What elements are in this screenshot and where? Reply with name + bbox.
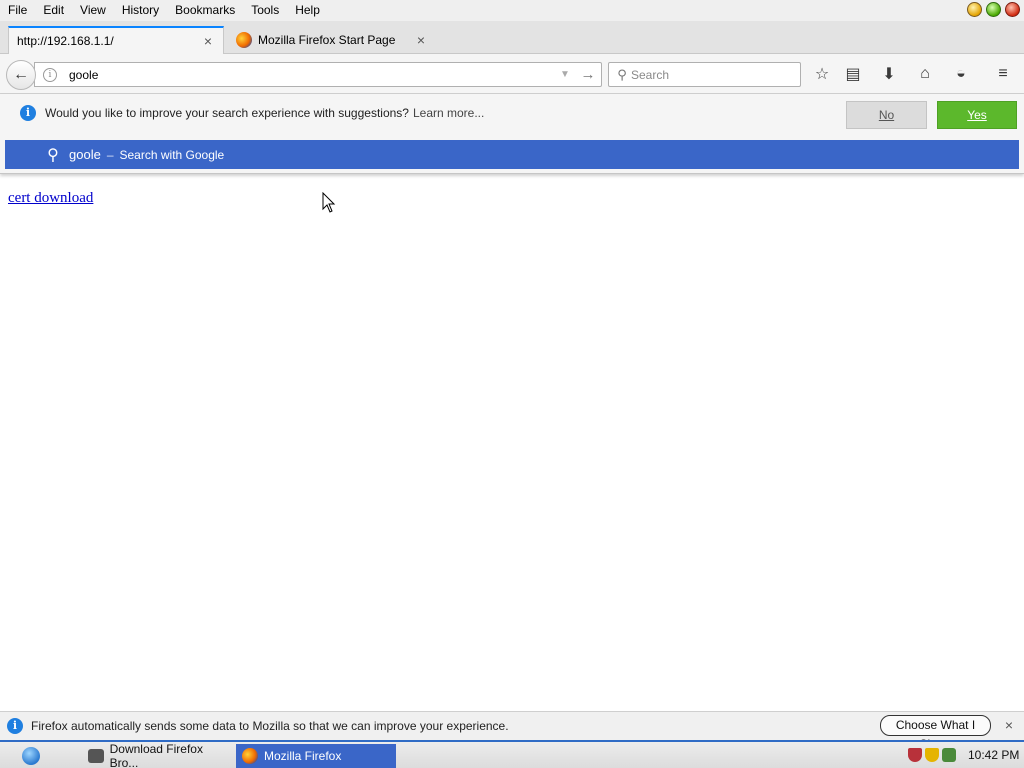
back-button[interactable]: ← xyxy=(6,60,36,90)
home-icon: ⌂ xyxy=(920,65,930,82)
tab-firefox-start[interactable]: Mozilla Firefox Start Page × xyxy=(228,26,436,54)
menu-bar: File Edit View History Bookmarks Tools H… xyxy=(0,0,1024,21)
download-arrow-icon: ⬇ xyxy=(882,66,896,83)
taskbar-item-label: Download Firefox Bro... xyxy=(109,742,203,768)
tab-router[interactable]: http://192.168.1.1/ × xyxy=(8,26,224,54)
tab-label: http://192.168.1.1/ xyxy=(17,34,114,48)
menu-tools[interactable]: Tools xyxy=(243,0,287,21)
info-icon: i xyxy=(7,718,23,734)
menu-bookmarks[interactable]: Bookmarks xyxy=(167,0,243,21)
history-dropdown-icon[interactable]: ▼ xyxy=(555,69,575,80)
suggestion-term: goole xyxy=(69,147,101,162)
notice-text: Would you like to improve your search ex… xyxy=(45,106,409,120)
pocket-icon: ◒ xyxy=(956,65,966,82)
choose-what-i-share-button[interactable]: Choose What I Share xyxy=(880,715,991,751)
reading-list-button[interactable]: ▤ xyxy=(841,63,865,85)
url-bar[interactable]: i ▼ → xyxy=(34,62,602,87)
network-icon[interactable] xyxy=(942,748,956,762)
downloads-button[interactable]: ⬇ xyxy=(877,63,901,85)
firefox-icon xyxy=(242,748,258,764)
cert-download-link[interactable]: cert download xyxy=(8,190,93,207)
security-shield-icon[interactable] xyxy=(908,748,922,762)
bookmark-star-button[interactable]: ☆ xyxy=(810,63,834,85)
go-arrow-icon[interactable]: → xyxy=(575,66,601,83)
start-menu-button[interactable] xyxy=(22,747,40,765)
hamburger-menu-icon: ≡ xyxy=(998,65,1008,82)
menu-view[interactable]: View xyxy=(72,0,114,21)
menu-history[interactable]: History xyxy=(114,0,167,21)
search-input[interactable] xyxy=(631,67,800,82)
menu-file[interactable]: File xyxy=(0,0,35,21)
data-notice-text: Firefox automatically sends some data to… xyxy=(31,719,509,733)
taskbar-item-mozilla-firefox[interactable]: Mozilla Firefox xyxy=(236,744,396,768)
tab-strip: http://192.168.1.1/ × Mozilla Firefox St… xyxy=(0,21,1024,69)
minimize-button[interactable] xyxy=(967,2,982,17)
yes-button[interactable]: Yes xyxy=(937,101,1017,129)
url-input[interactable] xyxy=(69,67,555,82)
window-controls xyxy=(967,2,1020,17)
maximize-button[interactable] xyxy=(986,2,1001,17)
tab-label: Mozilla Firefox Start Page xyxy=(258,33,396,47)
taskbar-item-label: Mozilla Firefox xyxy=(264,749,342,763)
suggestion-action: Search with Google xyxy=(119,147,225,162)
learn-more-link[interactable]: Learn more... xyxy=(413,106,484,120)
search-suggestions-notice: i Would you like to improve your search … xyxy=(20,105,484,121)
star-icon: ☆ xyxy=(814,66,830,83)
search-icon: ⚲ xyxy=(617,66,627,82)
close-window-button[interactable] xyxy=(1005,2,1020,17)
warning-shield-icon[interactable] xyxy=(925,748,939,762)
menu-help[interactable]: Help xyxy=(287,0,328,21)
navigation-toolbar: i ▼ → ← ⚲ ☆ ▤ ⬇ ⌂ ◒ ≡ xyxy=(0,54,1024,94)
open-menu-button[interactable]: ≡ xyxy=(991,63,1015,85)
search-with-google-row[interactable]: ⚲ goole – Search with Google xyxy=(5,140,1019,169)
tab-close-icon[interactable]: × xyxy=(414,33,428,47)
pocket-button[interactable]: ◒ xyxy=(949,63,973,85)
taskbar-clock: 10:42 PM xyxy=(968,748,1020,762)
taskbar: Download Firefox Bro... Mozilla Firefox … xyxy=(0,740,1024,768)
taskbar-item-download-firefox[interactable]: Download Firefox Bro... xyxy=(82,742,232,768)
downloader-icon xyxy=(88,749,104,763)
close-notification-icon[interactable]: × xyxy=(1002,718,1016,732)
suggestion-separator: – xyxy=(106,147,114,162)
search-bar[interactable]: ⚲ xyxy=(608,62,801,87)
menu-edit[interactable]: Edit xyxy=(35,0,72,21)
info-icon: i xyxy=(20,105,36,121)
home-button[interactable]: ⌂ xyxy=(913,63,937,85)
clipboard-icon: ▤ xyxy=(845,66,861,83)
site-info-icon[interactable]: i xyxy=(43,67,57,82)
tab-close-icon[interactable]: × xyxy=(201,34,215,48)
mouse-pointer-icon xyxy=(322,192,336,213)
data-reporting-notification: i Firefox automatically sends some data … xyxy=(0,711,1024,751)
no-button[interactable]: No xyxy=(846,101,927,129)
firefox-icon xyxy=(236,32,252,48)
url-suggestions-popup: i Would you like to improve your search … xyxy=(0,94,1024,174)
magnifier-icon: ⚲ xyxy=(47,146,59,164)
back-arrow-icon: ← xyxy=(13,66,29,83)
system-tray xyxy=(908,748,956,762)
